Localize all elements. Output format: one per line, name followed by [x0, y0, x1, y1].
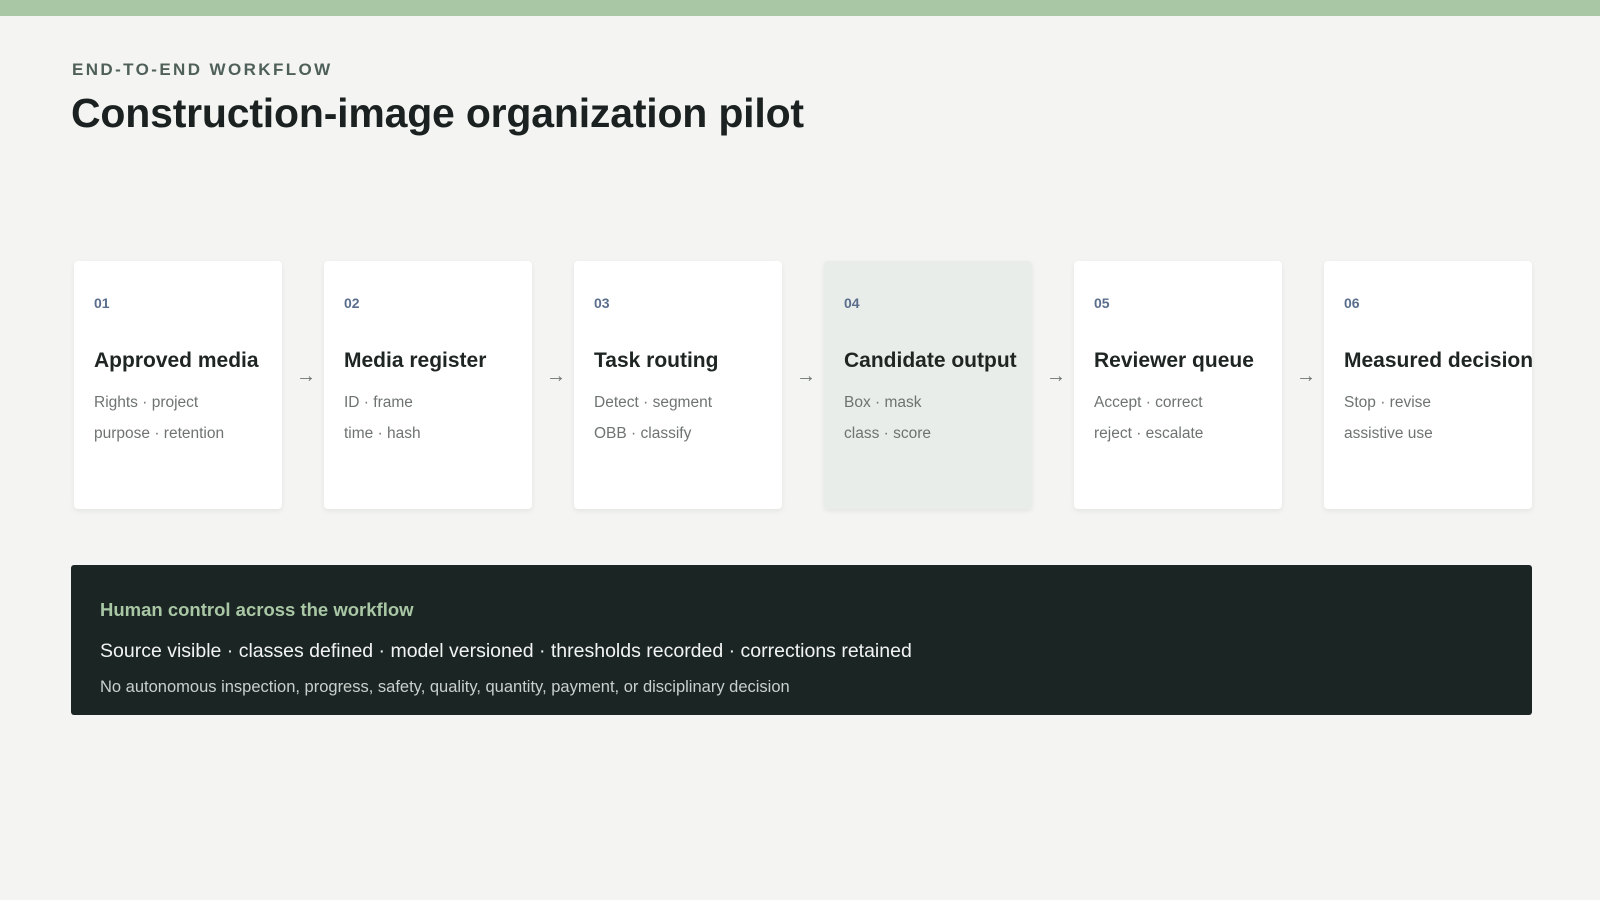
- step-details: ID · frame time · hash: [344, 387, 532, 449]
- step-detail-line: Stop · revise: [1344, 394, 1432, 411]
- step-card-media-register: 02 Media register ID · frame time · hash: [324, 261, 532, 509]
- step-number: 01: [94, 295, 110, 311]
- step-detail-line: Accept · correct: [1094, 394, 1203, 411]
- step-detail-line: Rights · project: [94, 394, 199, 411]
- step-details: Stop · revise assistive use: [1344, 387, 1532, 449]
- step-details: Accept · correct reject · escalate: [1094, 387, 1282, 449]
- step-details: Rights · project purpose · retention: [94, 387, 282, 449]
- step-card-candidate-output: 04 Candidate output Box · mask class · s…: [824, 261, 1032, 509]
- workflow-steps: 01 Approved media Rights · project purpo…: [74, 261, 1534, 509]
- arrow-right-icon: →: [796, 365, 816, 387]
- step-details: Detect · segment OBB · classify: [594, 387, 782, 449]
- step-number: 02: [344, 295, 360, 311]
- arrow-right-icon: →: [1046, 365, 1066, 387]
- top-accent-bar: [0, 0, 1600, 16]
- arrow-right-icon: →: [296, 365, 316, 387]
- step-title: Reviewer queue: [1094, 349, 1254, 372]
- step-detail-line: Detect · segment: [594, 394, 713, 411]
- step-detail-line: assistive use: [1344, 425, 1433, 442]
- step-title: Approved media: [94, 349, 259, 372]
- section-eyebrow: END-TO-END WORKFLOW: [72, 60, 333, 79]
- step-number: 06: [1344, 295, 1360, 311]
- step-detail-line: reject · escalate: [1094, 425, 1204, 442]
- step-title: Task routing: [594, 349, 719, 372]
- human-control-band: Human control across the workflow Source…: [71, 565, 1532, 715]
- step-detail-line: purpose · retention: [94, 425, 225, 442]
- step-title: Media register: [344, 349, 487, 372]
- step-card-reviewer-queue: 05 Reviewer queue Accept · correct rejec…: [1074, 261, 1282, 509]
- page-title: Construction-image organization pilot: [71, 90, 804, 136]
- step-number: 05: [1094, 295, 1110, 311]
- step-detail-line: time · hash: [344, 425, 421, 442]
- step-card-task-routing: 03 Task routing Detect · segment OBB · c…: [574, 261, 782, 509]
- step-card-measured-decision: 06 Measured decision Stop · revise assis…: [1324, 261, 1534, 509]
- arrow-right-icon: →: [1296, 365, 1316, 387]
- band-heading: Human control across the workflow: [100, 599, 414, 620]
- step-number: 03: [594, 295, 610, 311]
- step-detail-line: ID · frame: [344, 394, 413, 411]
- arrow-right-icon: →: [546, 365, 566, 387]
- step-number: 04: [844, 295, 860, 311]
- step-detail-line: OBB · classify: [594, 425, 692, 442]
- step-detail-line: Box · mask: [844, 394, 922, 411]
- step-title: Measured decision: [1344, 349, 1534, 372]
- step-details: Box · mask class · score: [844, 387, 1032, 449]
- step-card-approved-media: 01 Approved media Rights · project purpo…: [74, 261, 282, 509]
- band-disclaimer: No autonomous inspection, progress, safe…: [100, 678, 790, 696]
- step-detail-line: class · score: [844, 425, 931, 442]
- band-controls-list: Source visible · classes defined · model…: [100, 640, 912, 662]
- step-title: Candidate output: [844, 349, 1017, 372]
